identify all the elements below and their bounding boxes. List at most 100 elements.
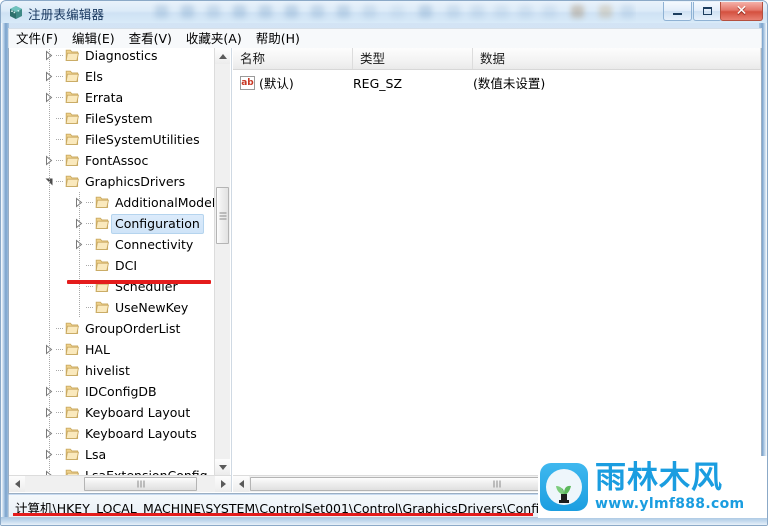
folder-icon <box>64 87 81 108</box>
scroll-right-button[interactable] <box>215 476 231 492</box>
folder-icon <box>64 171 81 192</box>
tree-guide-line <box>79 192 80 318</box>
sprout-logo-icon <box>540 463 588 511</box>
tree-item-label: Connectivity <box>115 236 194 252</box>
value-column-headers: 名称 类型 数据 <box>233 48 761 70</box>
scroll-left-button[interactable] <box>233 476 249 492</box>
folder-icon <box>94 255 111 276</box>
menu-file[interactable]: 文件(F) <box>9 29 65 49</box>
folder-icon <box>94 192 111 213</box>
tree-connector <box>56 108 64 129</box>
tree-item-label: LsaExtensionConfig <box>85 467 208 476</box>
scroll-up-button[interactable] <box>215 48 230 64</box>
tree-item[interactable]: AdditionalModeLists <box>9 192 215 213</box>
tree-vertical-scrollbar[interactable] <box>214 48 230 475</box>
tree-item-label: FileSystemUtilities <box>85 131 200 147</box>
tree-connector <box>56 48 64 66</box>
watermark-brand: 雨林木风 <box>595 460 723 496</box>
value-list-pane: 名称 类型 数据 ab (默认) REG_SZ (数值未设置) <box>233 48 761 492</box>
tree-item-label: Errata <box>85 89 124 105</box>
tree-scroll-thumb[interactable] <box>216 187 229 244</box>
column-header-label: 名称 <box>240 51 266 66</box>
close-button[interactable]: ✕ <box>720 2 763 21</box>
column-data[interactable]: 数据 <box>473 48 761 69</box>
annotation-underline-configuration <box>67 280 211 284</box>
scroll-left-button[interactable] <box>9 476 25 492</box>
tree-hscroll-thumb[interactable] <box>84 477 197 491</box>
folder-icon <box>64 360 81 381</box>
minimize-icon <box>673 12 682 15</box>
tree-item[interactable]: LsaExtensionConfig <box>9 465 215 475</box>
maximize-button[interactable] <box>693 2 722 21</box>
tree-item[interactable]: Els <box>9 66 215 87</box>
tree-item[interactable]: HAL <box>9 339 215 360</box>
tree-item[interactable]: FileSystem <box>9 108 215 129</box>
menu-favorites[interactable]: 收藏夹(A) <box>179 29 249 49</box>
window-frame-bottom <box>1 517 767 525</box>
tree-connector <box>56 87 64 108</box>
registry-tree: Diagnostics Els Errata FileSystem FileSystem… <box>9 48 215 475</box>
value-row[interactable]: ab (默认) REG_SZ (数值未设置) <box>233 74 761 93</box>
chevron-up-icon <box>218 53 227 59</box>
tree-item-label: FileSystem <box>85 110 153 126</box>
tree-item[interactable]: Diagnostics <box>9 48 215 66</box>
chevron-left-icon <box>14 480 20 488</box>
menu-view[interactable]: 查看(V) <box>122 29 179 49</box>
tree-item[interactable]: GroupOrderList <box>9 318 215 339</box>
tree-connector <box>56 318 64 339</box>
tree-horizontal-scrollbar[interactable] <box>9 475 231 492</box>
folder-icon <box>64 381 81 402</box>
tree-connector <box>56 360 64 381</box>
tree-item[interactable]: DCI <box>9 255 215 276</box>
menu-edit[interactable]: 编辑(E) <box>65 29 122 49</box>
column-name[interactable]: 名称 <box>233 48 353 69</box>
tree-connector <box>56 381 64 402</box>
tree-item[interactable]: FileSystemUtilities <box>9 129 215 150</box>
tree-connector <box>86 213 94 234</box>
tree-item-label: Els <box>85 68 103 84</box>
folder-icon <box>64 465 81 475</box>
tree-item[interactable]: IDConfigDB <box>9 381 215 402</box>
column-type[interactable]: 类型 <box>353 48 473 69</box>
tree-item[interactable]: FontAssoc <box>9 150 215 171</box>
tree-connector <box>56 150 64 171</box>
tree-item[interactable]: GraphicsDrivers <box>9 171 215 192</box>
folder-icon <box>64 129 81 150</box>
menu-help[interactable]: 帮助(H) <box>249 29 307 49</box>
tree-item[interactable]: UseNewKey <box>9 297 215 318</box>
blurred-toolbar-strip <box>151 1 636 23</box>
minimize-button[interactable] <box>663 2 692 21</box>
tree-connector <box>86 255 94 276</box>
regedit-icon <box>8 5 24 20</box>
tree-item-label: DCI <box>115 257 138 273</box>
folder-icon <box>64 108 81 129</box>
tree-item[interactable]: Keyboard Layout <box>9 402 215 423</box>
tree-item-label: hivelist <box>85 362 130 378</box>
scroll-grip <box>493 480 501 488</box>
column-header-label: 数据 <box>480 51 506 66</box>
tree-item-label: Configuration <box>111 213 204 234</box>
tree-guide-line <box>49 48 50 475</box>
folder-icon <box>64 444 81 465</box>
tree-item[interactable]: Errata <box>9 87 215 108</box>
close-icon: ✕ <box>735 3 748 19</box>
watermark-url: www.ylmf888.com <box>595 496 745 512</box>
string-value-icon: ab <box>240 76 255 90</box>
tree-item-label: GraphicsDrivers <box>85 173 186 189</box>
tree-item-selected[interactable]: Configuration <box>9 213 215 234</box>
tree-item[interactable]: Lsa <box>9 444 215 465</box>
value-type-cell: REG_SZ <box>353 76 403 91</box>
tree-item[interactable]: Connectivity <box>9 234 215 255</box>
scroll-grip <box>219 212 226 219</box>
tree-connector <box>56 129 64 150</box>
value-name-cell: (默认) <box>259 76 294 91</box>
tree-item[interactable]: Keyboard Layouts <box>9 423 215 444</box>
chevron-down-icon <box>218 464 227 470</box>
tree-connector <box>86 234 94 255</box>
column-header-label: 类型 <box>360 51 386 66</box>
chevron-right-icon <box>220 480 226 488</box>
scroll-down-button[interactable] <box>215 459 230 475</box>
tree-connector <box>56 423 64 444</box>
folder-icon <box>64 150 81 171</box>
tree-item[interactable]: hivelist <box>9 360 215 381</box>
